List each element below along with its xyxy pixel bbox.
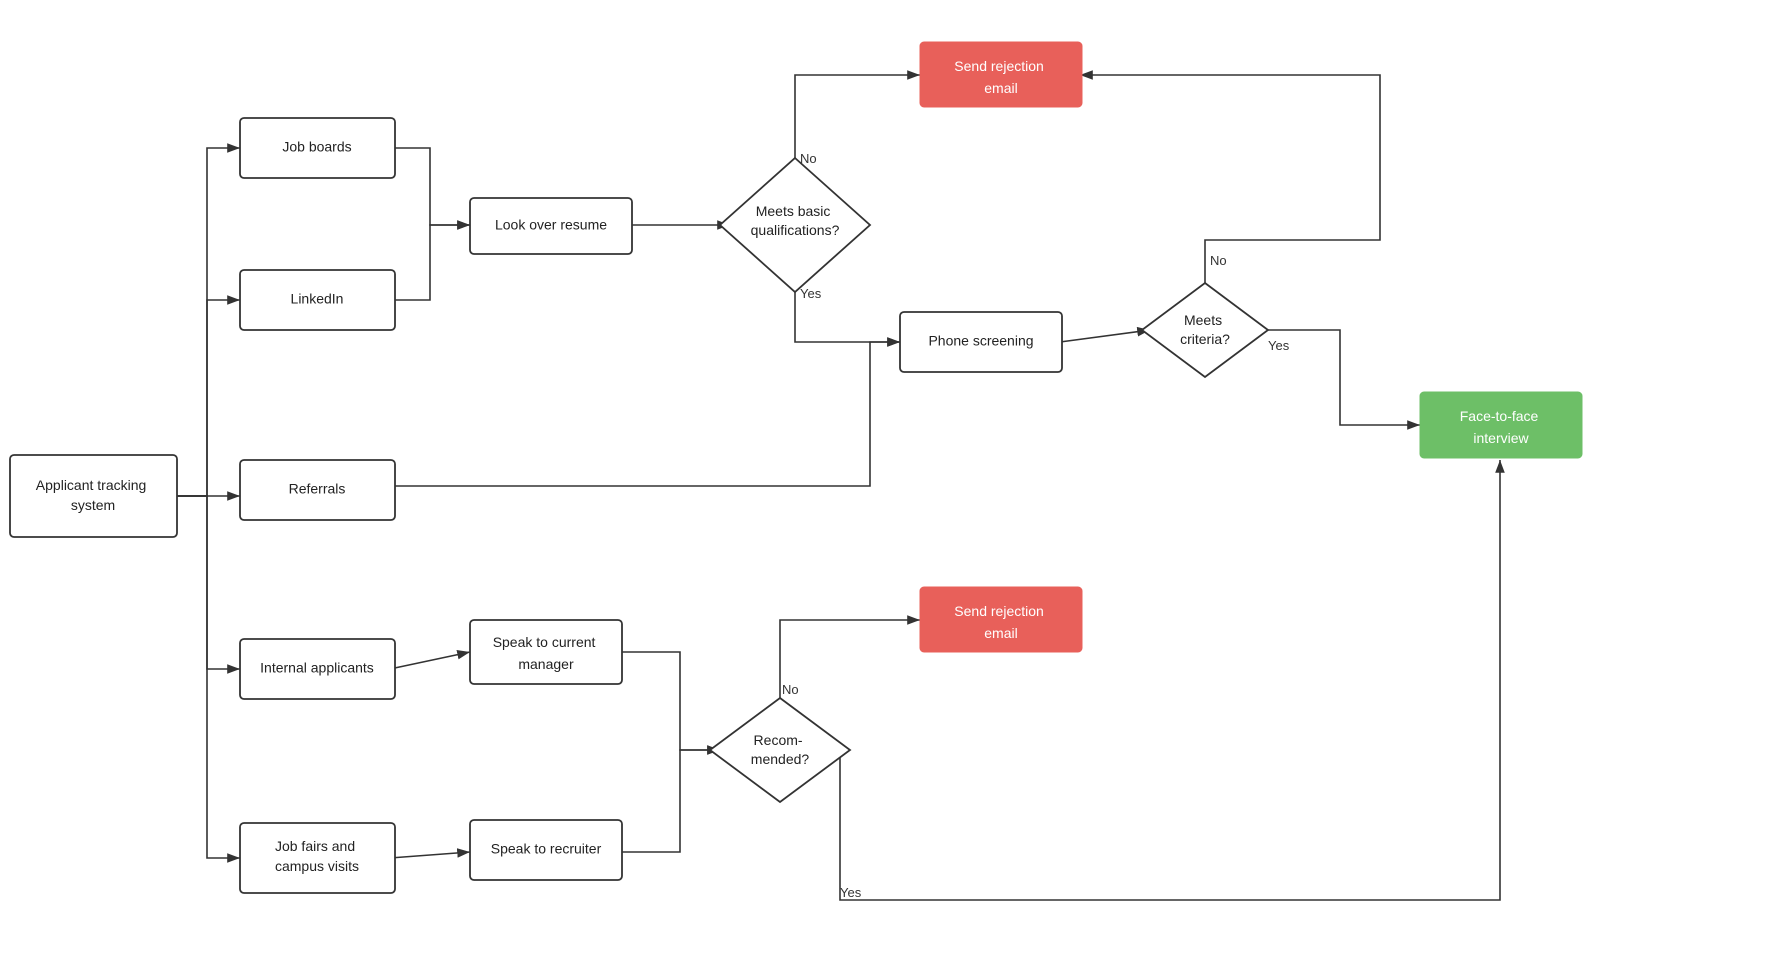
label-no-recommended: No: [782, 682, 799, 697]
node-look-over-resume-label: Look over resume: [495, 217, 607, 233]
label-no-meetsbasic: No: [800, 151, 817, 166]
node-speak-manager: [470, 620, 622, 684]
arrow-recruiter-recommended: [620, 750, 720, 852]
arrow-linkedin-resume: [390, 225, 470, 300]
arrow-phone-meetscriteria: [1060, 330, 1150, 342]
arrow-ats-jobfairs: [177, 496, 240, 858]
flowchart: Applicant tracking system Job boards Lin…: [0, 0, 1767, 966]
arrow-recommended-face: [840, 460, 1500, 900]
arrow-recommended-reject2: [780, 620, 920, 700]
label-yes-meetscriteria: Yes: [1268, 338, 1290, 353]
node-linkedin-label: LinkedIn: [291, 291, 344, 307]
arrow-jobboards-resume: [390, 148, 470, 225]
node-send-rejection-1: [920, 42, 1082, 107]
arrow-ats-jobboards: [177, 148, 240, 496]
node-internal-applicants-label: Internal applicants: [260, 660, 374, 676]
node-phone-screening-label: Phone screening: [928, 333, 1033, 349]
node-send-rejection-2: [920, 587, 1082, 652]
arrow-jobfairs-recruiter: [390, 852, 470, 858]
arrow-meetscriteria-reject-no: [1080, 75, 1380, 285]
label-yes-recommended: Yes: [840, 885, 862, 900]
label-yes-meetsbasic: Yes: [800, 286, 822, 301]
arrow-manager-recommended: [620, 652, 720, 750]
arrow-ats-linkedin: [177, 300, 240, 496]
arrow-ats-internal: [177, 496, 240, 669]
node-referrals-label: Referrals: [289, 481, 346, 497]
node-job-boards-label: Job boards: [282, 139, 351, 155]
node-speak-recruiter-label: Speak to recruiter: [491, 841, 602, 857]
node-face-interview: [1420, 392, 1582, 458]
label-no-meetscriteria: No: [1210, 253, 1227, 268]
arrow-referrals-phone: [390, 342, 900, 486]
arrow-internal-manager: [390, 652, 470, 669]
